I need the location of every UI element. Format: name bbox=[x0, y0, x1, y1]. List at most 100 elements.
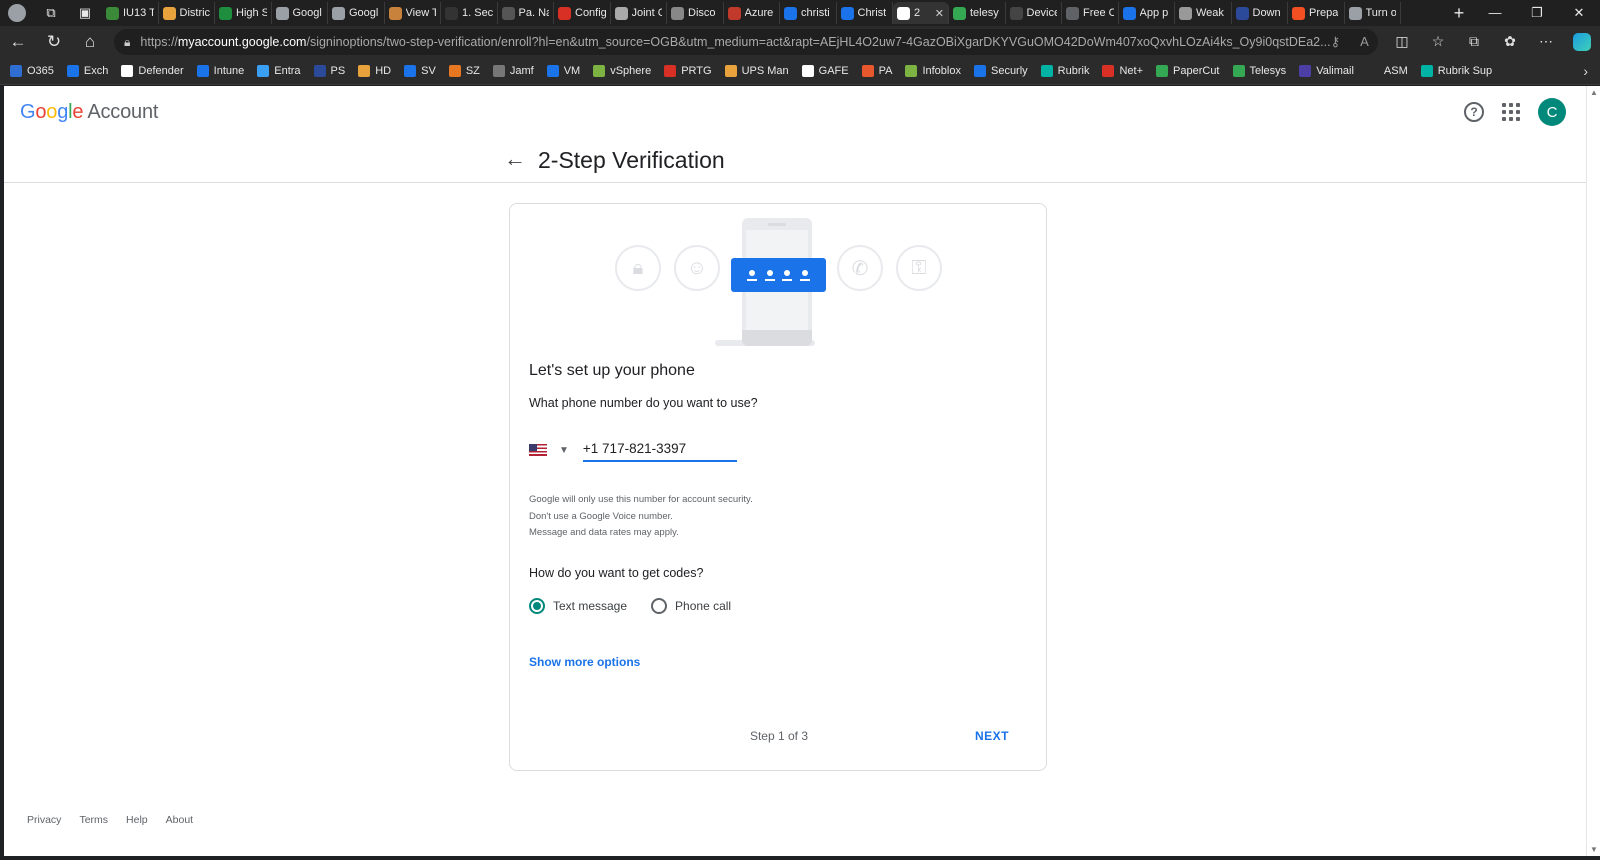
browser-tab[interactable]: Weak bbox=[1175, 2, 1232, 24]
extensions-icon[interactable]: ✿ bbox=[1492, 33, 1528, 51]
workspaces-button[interactable]: ⧉ bbox=[34, 0, 68, 26]
browser-tab[interactable]: Pa. Na bbox=[498, 2, 554, 24]
browser-tab[interactable]: Joint C bbox=[611, 2, 667, 24]
bookmark-item[interactable]: Infoblox bbox=[905, 65, 961, 77]
back-button[interactable]: ← bbox=[0, 26, 36, 58]
bookmark-label: Net+ bbox=[1119, 65, 1144, 77]
browser-tab[interactable]: Prepa bbox=[1288, 2, 1345, 24]
address-bar[interactable]: 🔒︎ https://myaccount.google.com/signinop… bbox=[114, 29, 1378, 55]
browser-tab[interactable]: Disco bbox=[667, 2, 724, 24]
copilot-button[interactable] bbox=[1564, 33, 1600, 52]
browser-tab[interactable]: Distric bbox=[159, 2, 215, 24]
bookmark-item[interactable]: Defender bbox=[121, 65, 184, 77]
bookmark-item[interactable]: Entra bbox=[257, 65, 301, 77]
scroll-up-icon[interactable]: ▲ bbox=[1590, 88, 1598, 97]
split-screen-icon[interactable]: ◫ bbox=[1384, 33, 1420, 51]
bookmark-favicon-icon bbox=[724, 65, 737, 77]
phone-number-input[interactable] bbox=[582, 438, 737, 462]
account-avatar[interactable]: C bbox=[1538, 98, 1566, 126]
bookmark-item[interactable]: Rubrik bbox=[1040, 65, 1089, 77]
bookmark-item[interactable]: SV bbox=[404, 65, 436, 77]
browser-tab[interactable]: Azure bbox=[724, 2, 780, 24]
bookmark-item[interactable]: vSphere bbox=[593, 65, 651, 77]
bookmarks-overflow-icon[interactable]: › bbox=[1583, 63, 1600, 79]
browser-tab[interactable]: High S bbox=[215, 2, 272, 24]
browser-tab[interactable]: Googl bbox=[272, 2, 328, 24]
home-button[interactable]: ⌂ bbox=[72, 26, 108, 58]
new-tab-button[interactable]: + bbox=[1444, 3, 1474, 24]
browser-tab[interactable]: Googl bbox=[328, 2, 385, 24]
next-button[interactable]: NEXT bbox=[966, 723, 1018, 749]
bookmark-item[interactable]: PRTG bbox=[664, 65, 712, 77]
browser-tab[interactable]: Turn o bbox=[1345, 2, 1401, 24]
bookmark-item[interactable]: Exch bbox=[66, 65, 109, 77]
tab-actions-button[interactable]: ▣ bbox=[68, 0, 102, 26]
bookmark-favicon-icon bbox=[861, 65, 874, 77]
footer-about-link[interactable]: About bbox=[166, 814, 193, 826]
bookmark-item[interactable]: UPS Man bbox=[724, 65, 789, 77]
bookmark-label: Exch bbox=[83, 65, 109, 77]
back-arrow-icon[interactable]: ← bbox=[504, 146, 526, 172]
browser-tab[interactable]: View T bbox=[385, 2, 441, 24]
bookmark-item[interactable]: HD bbox=[358, 65, 391, 77]
read-aloud-icon[interactable]: A bbox=[1360, 34, 1369, 50]
minimize-icon[interactable]: — bbox=[1474, 5, 1516, 21]
bookmark-item[interactable]: ASM bbox=[1366, 65, 1408, 77]
google-account-logo[interactable]: Google Account bbox=[20, 101, 158, 124]
help-icon[interactable]: ? bbox=[1464, 102, 1484, 122]
tab-favicon-icon bbox=[1009, 6, 1023, 20]
browser-tab[interactable]: Down bbox=[1232, 2, 1288, 24]
radio-selected-icon[interactable] bbox=[529, 598, 545, 614]
bookmark-item[interactable]: Intune bbox=[196, 65, 244, 77]
footer-terms-link[interactable]: Terms bbox=[79, 814, 108, 826]
us-flag-icon[interactable] bbox=[529, 444, 547, 456]
bookmark-item[interactable]: Telesys bbox=[1232, 65, 1286, 77]
browser-tab[interactable]: IU13 T bbox=[102, 2, 159, 24]
lock-icon: 🔒︎ bbox=[124, 34, 131, 49]
browser-tab[interactable]: App p bbox=[1119, 2, 1175, 24]
bookmark-label: Infoblox bbox=[922, 65, 961, 77]
browser-tab[interactable]: Config bbox=[554, 2, 611, 24]
bookmark-item[interactable]: VM bbox=[546, 65, 580, 77]
bookmark-item[interactable]: O365 bbox=[10, 65, 54, 77]
browser-tab[interactable]: Device bbox=[1006, 2, 1062, 24]
chevron-down-icon[interactable]: ▼ bbox=[559, 445, 569, 456]
phone-call-option[interactable]: Phone call bbox=[651, 598, 731, 614]
favorites-icon[interactable]: ☆ bbox=[1420, 33, 1456, 51]
bookmark-item[interactable]: PA bbox=[861, 65, 892, 77]
browser-tab[interactable]: christi bbox=[780, 2, 837, 24]
radio-unselected-icon[interactable] bbox=[651, 598, 668, 614]
browser-tab[interactable]: telesy bbox=[949, 2, 1006, 24]
bookmark-item[interactable]: Jamf bbox=[492, 65, 534, 77]
bookmark-item[interactable]: SZ bbox=[448, 65, 480, 77]
bookmark-item[interactable]: GAFE bbox=[801, 65, 849, 77]
bookmark-item[interactable]: Rubrik Sup bbox=[1420, 65, 1493, 77]
bookmark-label: Securly bbox=[990, 65, 1028, 77]
browser-tab[interactable]: Free C bbox=[1062, 2, 1119, 24]
close-tab-icon[interactable]: ✕ bbox=[935, 7, 944, 20]
key-icon[interactable]: ⚷ bbox=[1331, 34, 1341, 50]
scroll-down-icon[interactable]: ▼ bbox=[1590, 845, 1598, 854]
bookmark-item[interactable]: Securly bbox=[973, 65, 1028, 77]
restore-icon[interactable]: ❐ bbox=[1516, 5, 1558, 21]
close-window-icon[interactable]: ✕ bbox=[1558, 5, 1600, 21]
bookmark-item[interactable]: PS bbox=[313, 65, 345, 77]
browser-tab[interactable]: 1. Sec bbox=[441, 2, 498, 24]
more-menu-icon[interactable]: ⋯ bbox=[1528, 33, 1564, 51]
footer-help-link[interactable]: Help bbox=[126, 814, 148, 826]
tab-favicon-icon bbox=[727, 6, 741, 20]
browser-tab[interactable]: 2 ✕ bbox=[893, 2, 949, 24]
browser-tab[interactable]: Christ bbox=[837, 2, 893, 24]
bookmark-item[interactable]: PaperCut bbox=[1156, 65, 1220, 77]
bookmark-item[interactable]: Net+ bbox=[1102, 65, 1143, 77]
show-more-options-link[interactable]: Show more options bbox=[529, 655, 640, 669]
bookmark-label: Rubrik Sup bbox=[1437, 65, 1493, 77]
bookmark-item[interactable]: Valimail bbox=[1299, 65, 1354, 77]
footer-privacy-link[interactable]: Privacy bbox=[27, 814, 61, 826]
collections-icon[interactable]: ⧉ bbox=[1456, 33, 1492, 51]
page-scrollbar[interactable]: ▲ ▼ bbox=[1586, 86, 1600, 856]
refresh-button[interactable]: ↻ bbox=[36, 26, 72, 58]
google-apps-icon[interactable] bbox=[1502, 103, 1520, 121]
text-message-option[interactable]: Text message bbox=[529, 598, 627, 614]
profile-button[interactable] bbox=[0, 0, 34, 26]
